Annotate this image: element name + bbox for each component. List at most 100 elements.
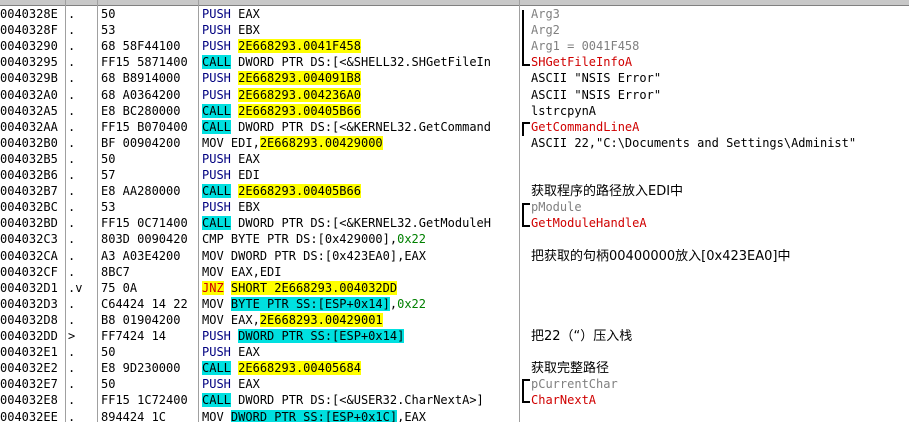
instruction-row[interactable]: 004032BD. FF15 0C71400 CALL DWORD PTR DS:[… xyxy=(0,215,909,231)
operand: EAX xyxy=(238,345,260,360)
instruction-row[interactable]: 004032DD > FF7424 14 PUSH DWORD PTR SS:[ESP… xyxy=(0,328,909,344)
operand: DWORD PTR DS:[0x423EA0],EAX xyxy=(230,248,426,263)
mnemonic: PUSH xyxy=(202,151,231,166)
comment-cell: CharNextA xyxy=(531,393,597,408)
instruction-row[interactable]: 004032CF. 8BC7 MOV EAX,EDI xyxy=(0,264,909,280)
operand: 0x22 xyxy=(397,232,426,247)
comment-cell xyxy=(531,345,909,360)
comment-cell xyxy=(531,297,909,312)
disassembly-cell: PUSH EAX xyxy=(202,377,520,392)
hex-bytes-cell: 50 xyxy=(101,7,116,21)
comment-cell: GetModuleHandleA xyxy=(531,216,647,231)
operand: 2E668293.0041F458 xyxy=(238,39,361,54)
comment-cell xyxy=(531,281,909,296)
disassembly-cell: MOV EDI,2E668293.00429000 xyxy=(202,135,520,151)
instruction-row[interactable]: 004032BC. 53 PUSH EBX pModule xyxy=(0,199,909,215)
hex-bytes-cell: A3 A03E4200 xyxy=(101,248,181,263)
instruction-row[interactable]: 004032EE. 894424 1C MOV DWORD PTR SS:[ESP+… xyxy=(0,409,909,422)
hex-bytes-cell: BF 00904200 xyxy=(101,135,181,150)
operand: EAX xyxy=(238,7,260,21)
hex-bytes-cell: 57 xyxy=(101,168,116,182)
address-cell: 004032AA xyxy=(0,119,58,134)
hex-bytes-cell: 50 xyxy=(101,345,116,360)
instruction-row[interactable]: 004032AA. FF15 B070400 CALL DWORD PTR DS:[… xyxy=(0,119,909,135)
instruction-row[interactable]: 004032E2. E8 9D230000 CALL 2E668293.004056… xyxy=(0,360,909,376)
instruction-row[interactable]: 00403295. FF15 5871400 CALL DWORD PTR DS:[… xyxy=(0,54,909,70)
instruction-row[interactable]: 004032B5. 50 PUSH EAX xyxy=(0,151,909,167)
mnemonic: MOV xyxy=(202,264,224,279)
address-cell: 0040328E xyxy=(0,7,58,21)
operand: 2E668293.00405B66 xyxy=(238,103,361,118)
hex-bytes-cell: C64424 14 22 xyxy=(101,296,188,311)
operand: EAX xyxy=(238,377,260,392)
disassembly-cell: PUSH EAX xyxy=(202,7,520,22)
operand: 2E668293.00405B66 xyxy=(238,184,361,199)
address-cell: 004032D3 xyxy=(0,296,58,311)
jump-marker: > xyxy=(68,329,76,343)
instruction-row[interactable]: 004032C3. 803D 0090420 CMP BYTE PTR DS:[0x… xyxy=(0,231,909,247)
instruction-row[interactable]: 004032B0. BF 00904200 MOV EDI,2E668293.004… xyxy=(0,135,909,151)
instruction-row[interactable]: 004032A5. E8 BC280000 CALL 2E668293.00405B… xyxy=(0,103,909,119)
instruction-row[interactable]: 004032D1 .v 75 0A JNZ SHORT 2E668293.004032… xyxy=(0,280,909,296)
jump-marker: . xyxy=(68,312,76,327)
operand: DWORD PTR SS:[ESP+0x14] xyxy=(238,329,405,343)
address-cell: 004032DD xyxy=(0,329,58,343)
disassembly-cell: CALL DWORD PTR DS:[<&SHELL32.SHGetFileIn xyxy=(202,55,520,70)
operand: 2E668293.004236A0 xyxy=(238,87,361,102)
instruction-row[interactable]: 004032B6. 57 PUSH EDI xyxy=(0,167,909,183)
instruction-row[interactable]: 004032D8. B8 01904200 MOV EAX,2E668293.004… xyxy=(0,312,909,328)
mnemonic: CMP xyxy=(202,232,224,247)
comment-cell: pCurrentChar xyxy=(531,377,618,392)
operand: DWORD PTR DS:[<&SHELL32.SHGetFileIn xyxy=(238,55,492,70)
disassembly-cell: CALL 2E668293.00405684 xyxy=(202,361,520,376)
jump-marker: . xyxy=(68,393,76,408)
mnemonic: PUSH xyxy=(202,168,231,182)
instruction-row[interactable]: 004032E1. 50 PUSH EAX xyxy=(0,344,909,360)
address-cell: 004032BC xyxy=(0,200,58,215)
operand: ,EAX xyxy=(397,409,426,422)
instruction-row[interactable]: 004032E8. FF15 1C72400 CALL DWORD PTR DS:[… xyxy=(0,392,909,408)
mnemonic: PUSH xyxy=(202,39,231,54)
instruction-row[interactable]: 004032CA. A3 A03E4200 MOV DWORD PTR DS:[0x… xyxy=(0,248,909,264)
comment-cell: 把22（“）压入栈 xyxy=(531,329,633,344)
operand: EAX xyxy=(238,151,260,166)
hex-bytes-cell: E8 9D230000 xyxy=(101,361,181,376)
instruction-row[interactable]: 004032B7. E8 AA280000 CALL 2E668293.00405B… xyxy=(0,183,909,199)
disassembly-cell: PUSH EBX xyxy=(202,23,520,38)
instruction-row[interactable]: 004032A0. 68 A0364200 PUSH 2E668293.004236… xyxy=(0,87,909,103)
jump-marker: .v xyxy=(68,280,83,295)
address-cell: 004032CA xyxy=(0,248,58,263)
instruction-row[interactable]: 004032E7. 50 PUSH EAX pCurrentChar xyxy=(0,376,909,392)
mnemonic: MOV xyxy=(202,312,224,327)
mnemonic: JNZ xyxy=(202,280,224,295)
disassembly-view[interactable]: 0040328E. 50 PUSH EAX Arg3 0040328F. 53 PUSH E… xyxy=(0,0,909,422)
comment-cell: ASCII "NSIS Error" xyxy=(531,87,662,102)
mnemonic: CALL xyxy=(202,216,231,231)
hex-bytes-cell: FF15 B070400 xyxy=(101,119,188,134)
comment-cell: lstrcpynA xyxy=(531,103,597,118)
instruction-row[interactable]: 0040328F. 53 PUSH EBX Arg2 xyxy=(0,22,909,38)
instruction-row[interactable]: 00403290. 68 58F44100 PUSH 2E668293.0041F4… xyxy=(0,38,909,54)
operand: EAX,EDI xyxy=(230,264,282,279)
mnemonic: MOV xyxy=(202,296,224,311)
comment-cell: 获取完整路径 xyxy=(531,361,610,377)
instruction-row[interactable]: 004032D3. C64424 14 22 MOV BYTE PTR SS:[ES… xyxy=(0,296,909,312)
operand: EDI, xyxy=(230,135,260,150)
hex-bytes-cell: 50 xyxy=(101,377,116,392)
jump-marker: . xyxy=(68,345,76,360)
disassembly-cell: PUSH 2E668293.004236A0 xyxy=(202,87,520,103)
address-cell: 004032B6 xyxy=(0,168,58,182)
operand: SHORT 2E668293.004032DD xyxy=(230,280,398,295)
mnemonic: CALL xyxy=(202,119,231,134)
operand: DWORD PTR DS:[<&USER32.CharNextA>] xyxy=(238,393,484,408)
address-cell: 004032A0 xyxy=(0,87,58,102)
disassembly-cell: CMP BYTE PTR DS:[0x429000],0x22 xyxy=(202,232,520,247)
address-cell: 004032D1 xyxy=(0,280,58,295)
arg-bracket-getcommandline xyxy=(522,122,530,136)
mnemonic: PUSH xyxy=(202,345,231,360)
hex-bytes-cell: 53 xyxy=(101,200,116,215)
jump-marker: . xyxy=(68,361,76,376)
comment-cell: 获取程序的路径放入EDI中 xyxy=(531,184,684,200)
instruction-row[interactable]: 0040328E. 50 PUSH EAX Arg3 xyxy=(0,6,909,22)
instruction-row[interactable]: 0040329B. 68 B8914000 PUSH 2E668293.004091… xyxy=(0,70,909,86)
